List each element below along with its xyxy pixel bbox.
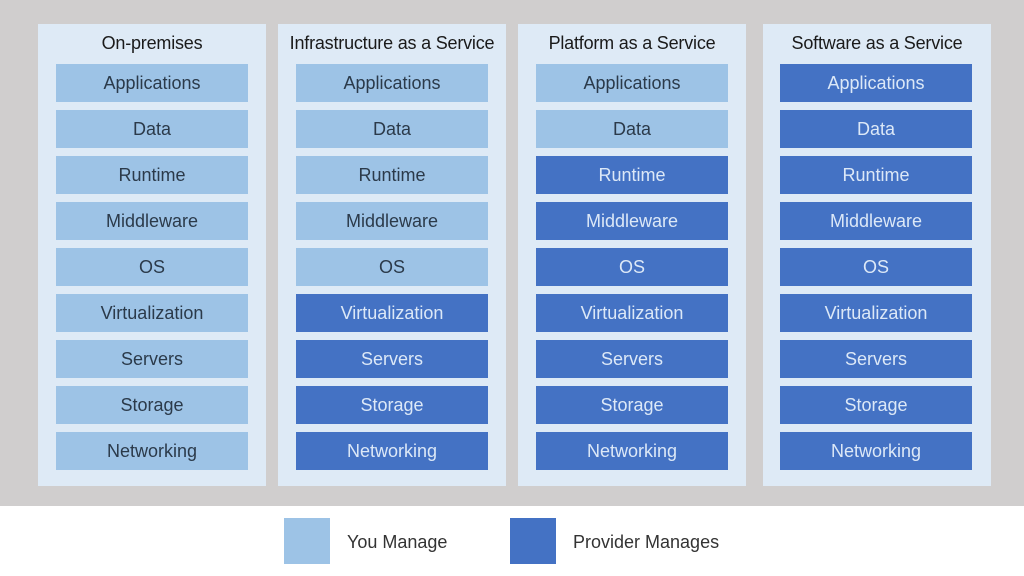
- layer-os: OS: [780, 248, 972, 286]
- column-title: Software as a Service: [791, 33, 963, 53]
- layer-servers: Servers: [296, 340, 488, 378]
- layer-servers: Servers: [56, 340, 248, 378]
- layer-virtualization: Virtualization: [56, 294, 248, 332]
- layer-storage: Storage: [56, 386, 248, 424]
- layer-applications: Applications: [56, 64, 248, 102]
- layer-middleware: Middleware: [56, 202, 248, 240]
- column-platform-as-a-service: Platform as a Service Applications Data Run…: [518, 24, 746, 486]
- layer-middleware: Middleware: [296, 202, 488, 240]
- layer-runtime: Runtime: [536, 156, 728, 194]
- layer-applications: Applications: [536, 64, 728, 102]
- column-title: Platform as a Service: [548, 33, 716, 53]
- layer-data: Data: [536, 110, 728, 148]
- layer-servers: Servers: [780, 340, 972, 378]
- layer-os: OS: [536, 248, 728, 286]
- layer-data: Data: [780, 110, 972, 148]
- column-title: On-premises: [101, 33, 203, 53]
- layer-runtime: Runtime: [780, 156, 972, 194]
- legend-label-provider-manages: Provider Manages: [573, 532, 720, 552]
- layer-data: Data: [56, 110, 248, 148]
- layer-storage: Storage: [780, 386, 972, 424]
- layer-runtime: Runtime: [296, 156, 488, 194]
- layer-networking: Networking: [536, 432, 728, 470]
- layer-os: OS: [56, 248, 248, 286]
- layer-storage: Storage: [536, 386, 728, 424]
- layer-middleware: Middleware: [536, 202, 728, 240]
- layer-applications: Applications: [780, 64, 972, 102]
- layer-virtualization: Virtualization: [536, 294, 728, 332]
- legend-swatch-you-manage: [284, 518, 330, 564]
- layer-virtualization: Virtualization: [296, 294, 488, 332]
- layer-applications: Applications: [296, 64, 488, 102]
- layer-data: Data: [296, 110, 488, 148]
- column-title: Infrastructure as a Service: [289, 33, 495, 53]
- layer-networking: Networking: [56, 432, 248, 470]
- column-on-premises: On-premises Applications Data Runtime Middle…: [38, 24, 266, 486]
- layer-networking: Networking: [780, 432, 972, 470]
- layer-middleware: Middleware: [780, 202, 972, 240]
- column-infrastructure-as-a-service: Infrastructure as a Service Applications D…: [278, 24, 506, 486]
- layer-servers: Servers: [536, 340, 728, 378]
- layer-storage: Storage: [296, 386, 488, 424]
- column-software-as-a-service: Software as a Service Applications Data Run…: [763, 24, 991, 486]
- layer-runtime: Runtime: [56, 156, 248, 194]
- legend-label-you-manage: You Manage: [347, 532, 448, 552]
- layer-networking: Networking: [296, 432, 488, 470]
- legend-swatch-provider-manages: [510, 518, 556, 564]
- layer-virtualization: Virtualization: [780, 294, 972, 332]
- layer-os: OS: [296, 248, 488, 286]
